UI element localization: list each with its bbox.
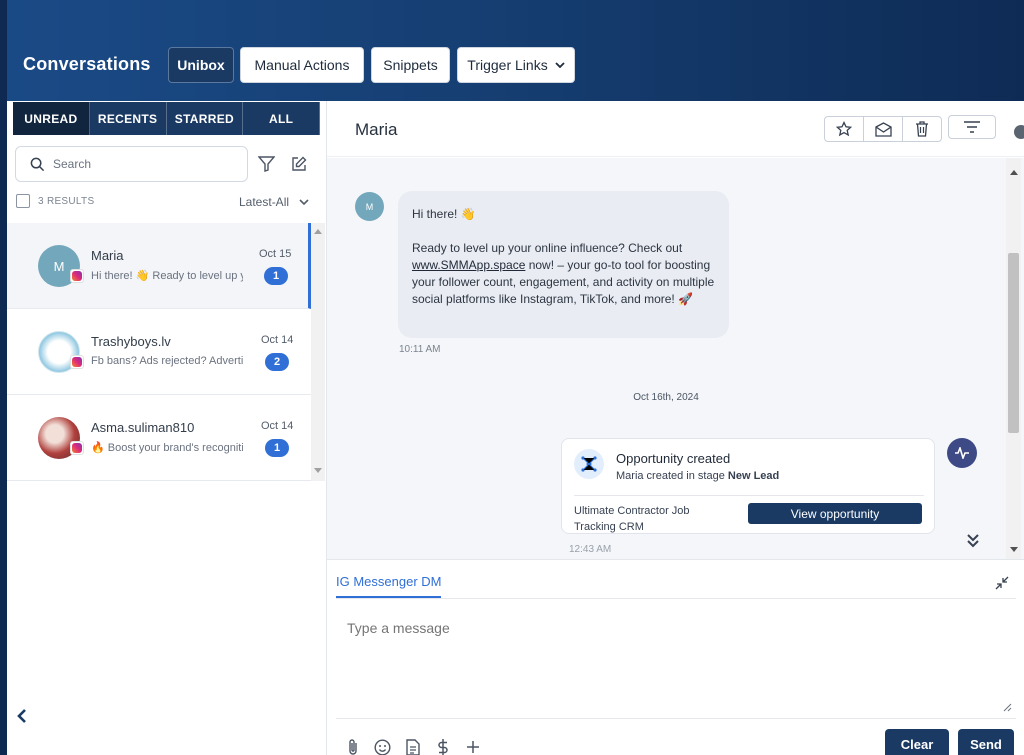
instagram-icon [70, 441, 84, 455]
chat-header: Maria [327, 101, 1024, 157]
trigger-links-label: Trigger Links [467, 57, 548, 73]
tab-unread[interactable]: UNREAD [13, 102, 90, 135]
opportunity-card: Opportunity created Maria created in sta… [561, 438, 935, 534]
clear-button[interactable]: Clear [885, 729, 949, 755]
manual-actions-button[interactable]: Manual Actions [240, 47, 364, 83]
plus-icon[interactable] [463, 740, 482, 754]
instagram-icon [70, 269, 84, 283]
chevron-down-icon [299, 199, 309, 205]
conversation-item[interactable]: M Maria Hi there! 👋 Ready to level up yo… [7, 223, 311, 309]
results-label: 3 RESULTS [38, 195, 95, 207]
conversation-list: M Maria Hi there! 👋 Ready to level up yo… [7, 223, 311, 481]
search-icon [30, 157, 45, 171]
trigger-links-dropdown[interactable]: Trigger Links [457, 47, 575, 83]
scroll-to-bottom-icon[interactable] [967, 534, 979, 553]
conversation-name: Trashyboys.lv [91, 334, 171, 349]
instagram-icon [70, 355, 84, 369]
emoji-icon[interactable] [373, 739, 392, 755]
conversation-item[interactable]: Asma.suliman810 🔥 Boost your brand's rec… [7, 395, 311, 481]
unread-badge: 1 [265, 439, 289, 457]
message-bubble: Hi there! 👋 Ready to level up your onlin… [398, 191, 729, 338]
conversation-date: Oct 14 [261, 334, 294, 346]
collapse-sidebar-icon[interactable] [17, 707, 27, 730]
scroll-up-icon[interactable] [1010, 170, 1018, 175]
date-separator: Oct 16th, 2024 [633, 392, 699, 403]
conversation-name: Maria [91, 248, 124, 263]
divider [336, 718, 1016, 719]
unread-badge: 1 [264, 267, 288, 285]
contact-avatar: M [355, 192, 384, 221]
compose-icon[interactable] [291, 156, 307, 172]
opportunity-subtitle: Maria created in stage New Lead [616, 470, 779, 482]
opportunity-stage: New Lead [727, 470, 780, 482]
conversation-item[interactable]: Trashyboys.lv Fb bans? Ads rejected? Adv… [7, 309, 311, 395]
unread-badge: 2 [265, 353, 289, 371]
page-title: Conversations [23, 54, 151, 74]
message-text: Ready to level up your online influence?… [412, 241, 683, 255]
message-body: Ready to level up your online influence?… [412, 240, 715, 308]
conversation-filter-tabs: UNREAD RECENTS STARRED ALL [13, 102, 320, 135]
scroll-down-icon[interactable] [1010, 547, 1018, 552]
opportunity-icon [574, 449, 604, 479]
conversation-date: Oct 14 [261, 420, 294, 432]
payment-icon[interactable] [433, 738, 452, 755]
scroll-down-icon[interactable] [314, 468, 322, 473]
message-time: 10:11 AM [399, 344, 441, 355]
resize-handle-icon[interactable] [1003, 703, 1012, 712]
tab-recents[interactable]: RECENTS [89, 102, 167, 135]
composer-toolbar [343, 738, 482, 755]
chat-action-group [824, 116, 942, 142]
search-input[interactable]: Search [15, 146, 248, 182]
document-icon[interactable] [403, 738, 422, 755]
tab-all[interactable]: ALL [243, 102, 320, 135]
message-greeting: Hi there! 👋 [412, 207, 476, 221]
divider [336, 598, 1016, 599]
conversation-name: Asma.suliman810 [91, 420, 195, 435]
snippets-button[interactable]: Snippets [371, 47, 450, 83]
activity-icon [947, 438, 977, 468]
conversation-preview: 🔥 Boost your brand's recognition [91, 442, 243, 454]
mail-icon[interactable] [864, 117, 903, 141]
message-link[interactable]: www.SMMApp.space [412, 258, 525, 272]
conversation-preview: Hi there! 👋 Ready to level up your onlin… [91, 270, 243, 282]
scroll-up-icon[interactable] [314, 229, 322, 234]
attachment-icon[interactable] [343, 738, 362, 755]
opportunity-pipeline: Ultimate Contractor Job Tracking CRM [574, 505, 690, 533]
minimize-icon[interactable] [995, 576, 1009, 595]
filter-icon[interactable] [258, 156, 275, 172]
select-all-checkbox[interactable] [16, 194, 30, 208]
trash-icon[interactable] [903, 117, 941, 141]
message-composer: IG Messenger DM Clear Send [327, 559, 1024, 755]
contact-name: Maria [355, 120, 398, 139]
search-placeholder: Search [53, 157, 92, 171]
message-input[interactable] [336, 608, 1016, 718]
conversation-preview: Fb bans? Ads rejected? Advertise with us [91, 355, 243, 367]
sort-label: Latest-All [239, 195, 290, 209]
tab-ig-messenger-dm[interactable]: IG Messenger DM [336, 574, 442, 598]
star-icon[interactable] [825, 117, 864, 141]
view-opportunity-button[interactable]: View opportunity [748, 503, 922, 524]
scrollbar-thumb[interactable] [1008, 253, 1019, 433]
opportunity-title: Opportunity created [616, 451, 731, 466]
thread-scrollbar[interactable] [1006, 158, 1021, 559]
close-icon[interactable] [1014, 125, 1024, 139]
chat-panel: Maria M Hi there! 👋 Ready to level up yo… [326, 101, 1024, 755]
chevron-down-icon [555, 60, 565, 71]
unibox-button[interactable]: Unibox [168, 47, 234, 83]
tab-starred[interactable]: STARRED [166, 102, 244, 135]
message-thread: M Hi there! 👋 Ready to level up your onl… [327, 158, 1024, 559]
opportunity-time: 12:43 AM [569, 544, 612, 555]
send-button[interactable]: Send [958, 729, 1014, 755]
divider [574, 495, 924, 496]
results-count: 3 RESULTS [16, 194, 94, 208]
sort-dropdown[interactable]: Latest-All [239, 195, 309, 209]
left-edge-strip [0, 0, 7, 755]
conversation-sidebar: UNREAD RECENTS STARRED ALL Search 3 RESU… [7, 101, 326, 755]
filter-lines-icon[interactable] [948, 115, 996, 139]
conversation-scrollbar[interactable] [311, 223, 325, 481]
opportunity-subtitle-text: Maria created in stage [616, 470, 728, 482]
conversation-date: Oct 15 [259, 248, 292, 260]
